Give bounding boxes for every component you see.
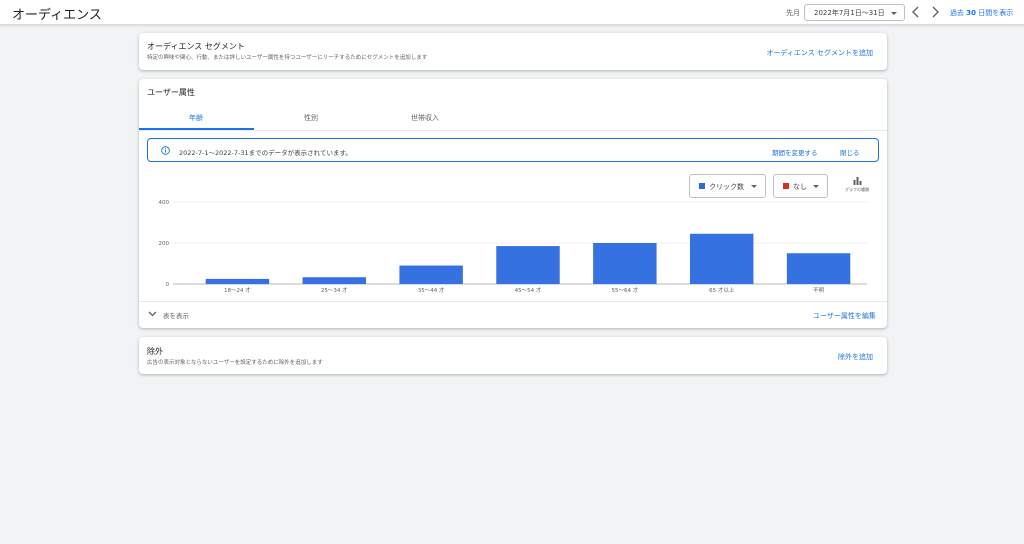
- compare-color-swatch: [783, 183, 789, 189]
- audience-segments-card: オーディエンス セグメント 特定の興味や関心、行動、または詳しいユーザー属性を持…: [139, 33, 887, 70]
- add-audience-segment-button[interactable]: オーディエンス セグメントを追加: [766, 48, 873, 58]
- chart-bar: [399, 265, 463, 284]
- info-icon: [161, 146, 170, 155]
- expand-icon: [148, 311, 157, 317]
- show-table-label: 表を表示: [163, 312, 189, 320]
- chevron-right-icon: [932, 6, 939, 18]
- x-tick-label: 55〜64 才: [611, 286, 638, 294]
- tab-gender[interactable]: 性別: [254, 113, 368, 123]
- demographics-title: ユーザー属性: [147, 88, 195, 97]
- audience-segments-description: 特定の興味や関心、行動、または詳しいユーザー属性を持つユーザーにリーチするために…: [147, 55, 428, 61]
- tab-household-income[interactable]: 世帯収入: [368, 113, 482, 123]
- metric-select-label: クリック数: [709, 183, 744, 191]
- compare-select[interactable]: なし: [773, 174, 828, 198]
- date-range-select[interactable]: 2022年7月1日〜31日: [804, 4, 905, 21]
- chart-bar: [302, 277, 367, 284]
- date-range-value: 2022年7月1日〜31日: [814, 9, 885, 17]
- edit-demographics-button[interactable]: ユーザー属性を編集: [813, 311, 876, 321]
- x-tick-label: 不明: [813, 287, 825, 294]
- show-last-30-days-link[interactable]: 過去 30 日間を表示: [950, 8, 1013, 18]
- chevron-down-icon: [813, 185, 819, 188]
- y-tick-label: 0: [166, 282, 170, 288]
- age-clicks-chart: 0 200 400 18〜24 才 25〜34 才 35〜44 才 45〜54 才 55〜64…: [159, 200, 867, 294]
- card-footer-divider: [139, 301, 887, 302]
- exclusions-card: 除外 広告の表示対象とならないユーザーを設定するために除外を追加します 除外を追…: [139, 337, 887, 374]
- chevron-down-icon: [891, 12, 897, 15]
- previous-period-button[interactable]: [911, 6, 921, 18]
- bar-chart-icon: [853, 177, 861, 185]
- page-title: オーディエンス: [12, 8, 102, 23]
- metric-select[interactable]: クリック数: [689, 174, 766, 198]
- x-tick-label: 18〜24 才: [224, 286, 251, 294]
- last30-suffix: 日間を表示: [975, 9, 1014, 17]
- chart-type-button[interactable]: グラフの種類: [840, 177, 874, 193]
- close-banner-link[interactable]: 閉じる: [840, 147, 860, 157]
- chart-type-label: グラフの種類: [845, 187, 869, 192]
- x-tick-label: 65 才以上: [709, 286, 735, 294]
- exclusions-description: 広告の表示対象とならないユーザーを設定するために除外を追加します: [147, 360, 323, 366]
- change-period-link[interactable]: 期間を変更する: [772, 147, 818, 157]
- date-info-banner: 2022-7-1〜2022-7-31までのデータが表示されています。 期間を変更…: [147, 138, 879, 162]
- next-period-button[interactable]: [930, 6, 940, 18]
- audience-segments-title: オーディエンス セグメント: [147, 42, 245, 51]
- show-table-toggle[interactable]: 表を表示: [148, 310, 189, 320]
- period-label: 先月: [786, 9, 800, 17]
- compare-select-label: なし: [793, 183, 807, 191]
- top-bar: オーディエンス 先月 2022年7月1日〜31日 過去 30 日間を表示: [0, 0, 1024, 25]
- chevron-down-icon: [751, 185, 757, 188]
- chart-bar: [786, 253, 851, 284]
- x-tick-label: 35〜44 才: [418, 286, 445, 294]
- chevron-left-icon: [912, 6, 919, 18]
- last30-prefix: 過去: [950, 9, 967, 17]
- tab-age[interactable]: 年齢: [139, 113, 253, 123]
- exclusions-title: 除外: [147, 347, 163, 356]
- chart-bar: [205, 278, 270, 284]
- chart-bar: [496, 246, 560, 284]
- banner-message: 2022-7-1〜2022-7-31までのデータが表示されています。: [179, 149, 352, 157]
- last30-number: 30: [966, 9, 976, 17]
- tabs-divider: [139, 130, 887, 131]
- x-tick-label: 25〜34 才: [321, 286, 348, 294]
- chart-bar: [593, 243, 657, 284]
- y-tick-label: 200: [159, 241, 170, 247]
- chart-bar: [689, 233, 754, 284]
- y-tick-label: 400: [159, 200, 170, 206]
- metric-color-swatch: [699, 183, 705, 189]
- x-tick-label: 45〜54 才: [515, 286, 542, 294]
- add-exclusion-button[interactable]: 除外を追加: [838, 352, 873, 362]
